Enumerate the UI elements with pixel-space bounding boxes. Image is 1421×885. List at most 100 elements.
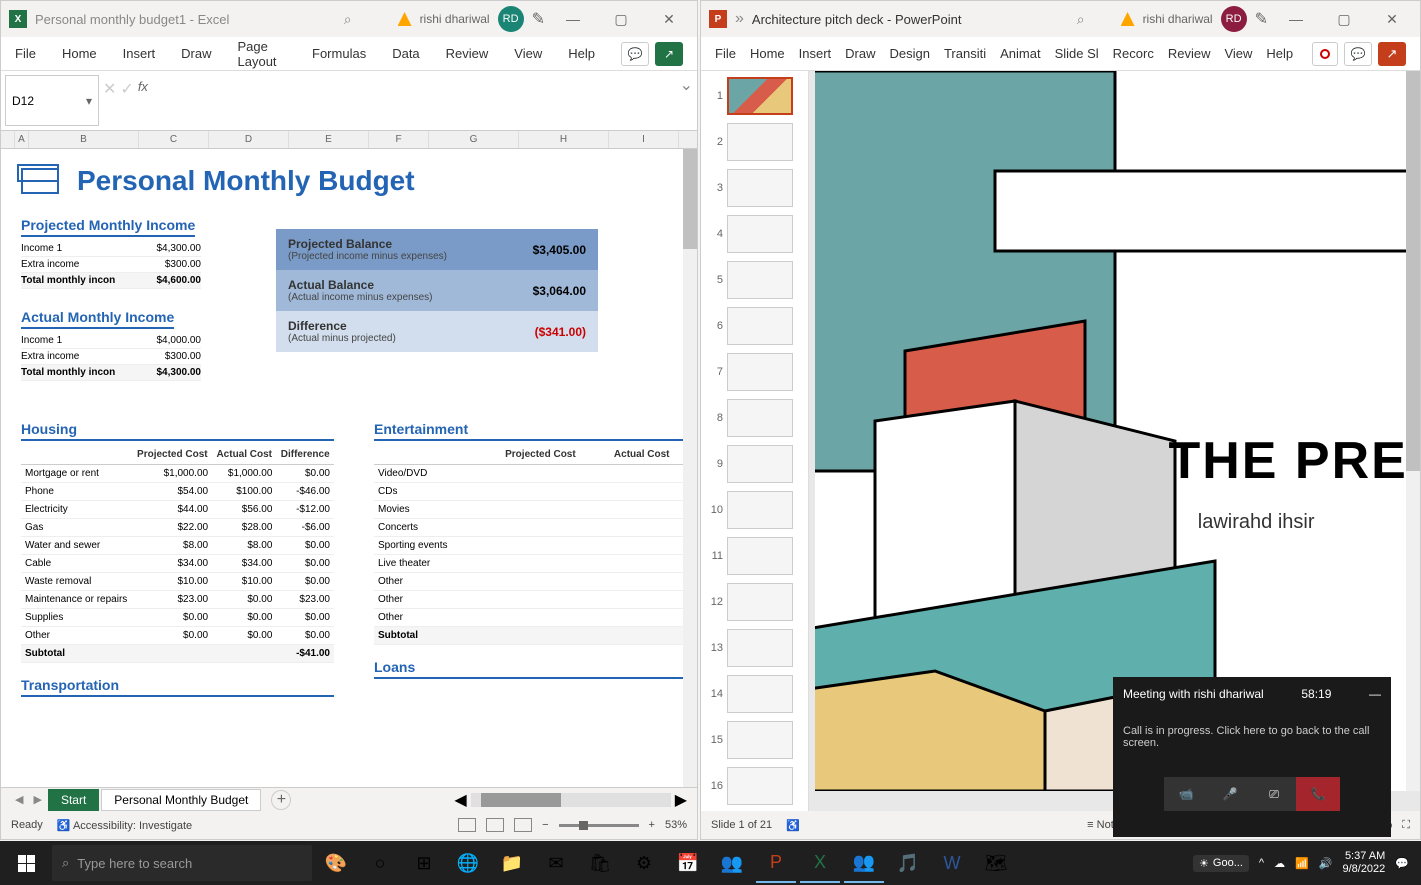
page-break-button[interactable] xyxy=(514,818,532,832)
pen-icon[interactable]: ✎ xyxy=(532,9,545,29)
slide-thumbnail[interactable]: 1 xyxy=(705,77,804,115)
slide-title[interactable]: THE PREP xyxy=(1168,431,1414,491)
slide-thumbnail[interactable]: 9 xyxy=(705,445,804,483)
close-button[interactable]: ✕ xyxy=(649,4,689,34)
comments-button[interactable]: 💬 xyxy=(621,42,649,66)
tray-expand-icon[interactable]: ^ xyxy=(1259,857,1264,869)
tab-formulas[interactable]: Formulas xyxy=(312,46,366,61)
scroll-right-icon[interactable]: ▶ xyxy=(675,790,687,810)
fit-button[interactable]: ⛶ xyxy=(1402,819,1410,832)
tab-help[interactable]: Help xyxy=(1266,46,1293,61)
user-name[interactable]: rishi dhariwal xyxy=(1143,12,1213,26)
accessibility-icon[interactable]: ♿ xyxy=(786,819,800,832)
task-view-icon[interactable]: ⊞ xyxy=(404,843,444,883)
tab-help[interactable]: Help xyxy=(568,46,595,61)
table-row[interactable]: Mortgage or rent$1,000.00$1,000.00$0.00 xyxy=(21,465,334,483)
table-row[interactable]: Sporting events xyxy=(374,537,687,555)
scroll-left-icon[interactable]: ◀ xyxy=(454,790,466,810)
teams-taskbar-icon[interactable]: 👥 xyxy=(844,843,884,883)
hangup-button[interactable]: 📞 xyxy=(1296,777,1340,811)
normal-view-button[interactable] xyxy=(458,818,476,832)
slide-thumbnail[interactable]: 2 xyxy=(705,123,804,161)
slide-thumbnail[interactable]: 6 xyxy=(705,307,804,345)
tab-draw[interactable]: Draw xyxy=(845,46,875,61)
sheet-nav-prev[interactable]: ◀ xyxy=(11,793,27,806)
table-row[interactable]: Cable$34.00$34.00$0.00 xyxy=(21,555,334,573)
fx-icon[interactable]: fx xyxy=(138,79,148,94)
explorer-icon[interactable]: 📁 xyxy=(492,843,532,883)
record-button[interactable] xyxy=(1312,42,1338,66)
tab-slideshow[interactable]: Slide Sl xyxy=(1055,46,1099,61)
powerpoint-taskbar-icon[interactable]: P xyxy=(756,843,796,883)
maximize-button[interactable]: ▢ xyxy=(601,4,641,34)
sheet-nav-next[interactable]: ▶ xyxy=(29,793,45,806)
search-icon[interactable]: ⌕ xyxy=(1077,11,1085,28)
table-row[interactable]: Water and sewer$8.00$8.00$0.00 xyxy=(21,537,334,555)
maximize-button[interactable]: ▢ xyxy=(1324,4,1364,34)
mic-button[interactable]: 🎤 xyxy=(1208,777,1252,811)
tab-home[interactable]: Home xyxy=(750,46,785,61)
teams-icon[interactable]: 👥 xyxy=(712,843,752,883)
tab-design[interactable]: Design xyxy=(890,46,930,61)
table-row[interactable]: Electricity$44.00$56.00-$12.00 xyxy=(21,501,334,519)
store-icon[interactable]: 🛍 xyxy=(580,843,620,883)
clock[interactable]: 5:37 AM 9/8/2022 xyxy=(1342,850,1385,876)
teams-call-popup[interactable]: Meeting with rishi dhariwal 58:19 — Call… xyxy=(1113,677,1391,837)
slide-thumbnail[interactable]: 13 xyxy=(705,629,804,667)
cortana-icon[interactable]: ○ xyxy=(360,843,400,883)
comments-button[interactable]: 💬 xyxy=(1344,42,1372,66)
table-row[interactable]: Other$0.00$0.00$0.00 xyxy=(21,627,334,645)
slide-thumbnails[interactable]: 1234567891011121314151617 xyxy=(701,71,809,815)
slide-thumbnail[interactable]: 3 xyxy=(705,169,804,207)
table-row[interactable]: CDs xyxy=(374,483,687,501)
user-avatar[interactable]: RD xyxy=(1221,6,1247,32)
name-box[interactable]: D12 ▾ xyxy=(5,75,99,126)
table-row[interactable]: Other xyxy=(374,609,687,627)
zoom-level[interactable]: 53% xyxy=(665,819,687,831)
horizontal-scrollbar[interactable] xyxy=(471,793,671,807)
slide-thumbnail[interactable]: 5 xyxy=(705,261,804,299)
slide-subtitle[interactable]: lawirahd ihsir xyxy=(1198,511,1315,534)
more-icon[interactable]: » xyxy=(735,10,744,28)
select-all-corner[interactable] xyxy=(1,131,15,148)
slide-thumbnail[interactable]: 4 xyxy=(705,215,804,253)
tab-insert[interactable]: Insert xyxy=(123,46,156,61)
page-layout-button[interactable] xyxy=(486,818,504,832)
share-button[interactable]: ↗ xyxy=(1378,42,1406,66)
table-row[interactable]: Other xyxy=(374,591,687,609)
tab-animations[interactable]: Animat xyxy=(1000,46,1040,61)
groove-icon[interactable]: 🎵 xyxy=(888,843,928,883)
wifi-icon[interactable]: 📶 xyxy=(1295,857,1309,870)
start-button[interactable] xyxy=(4,843,48,883)
volume-icon[interactable]: 🔊 xyxy=(1319,857,1333,870)
tab-review[interactable]: Review xyxy=(446,46,489,61)
slide-thumbnail[interactable]: 10 xyxy=(705,491,804,529)
table-row[interactable]: Supplies$0.00$0.00$0.00 xyxy=(21,609,334,627)
sheet-tab-budget[interactable]: Personal Monthly Budget xyxy=(101,789,261,811)
search-icon[interactable]: ⌕ xyxy=(344,11,352,28)
minimize-icon[interactable]: — xyxy=(1369,687,1381,701)
maps-icon[interactable]: 🗺 xyxy=(976,843,1016,883)
tab-insert[interactable]: Insert xyxy=(799,46,832,61)
table-row[interactable]: Waste removal$10.00$10.00$0.00 xyxy=(21,573,334,591)
zoom-slider[interactable] xyxy=(559,824,639,827)
confirm-icon[interactable]: ✓ xyxy=(120,79,133,99)
slide-thumbnail[interactable]: 11 xyxy=(705,537,804,575)
edge-icon[interactable]: 🌐 xyxy=(448,843,488,883)
sheet-tab-start[interactable]: Start xyxy=(48,789,99,811)
pen-icon[interactable]: ✎ xyxy=(1255,9,1268,29)
tab-view[interactable]: View xyxy=(1224,46,1252,61)
table-row[interactable]: Phone$54.00$100.00-$46.00 xyxy=(21,483,334,501)
word-icon[interactable]: W xyxy=(932,843,972,883)
table-row[interactable]: Video/DVD xyxy=(374,465,687,483)
sheet-body[interactable]: Personal Monthly Budget Projected Monthl… xyxy=(1,149,697,789)
slide-thumbnail[interactable]: 7 xyxy=(705,353,804,391)
tab-record[interactable]: Recorc xyxy=(1113,46,1154,61)
formula-input[interactable] xyxy=(156,75,672,126)
table-row[interactable]: Concerts xyxy=(374,519,687,537)
cancel-icon[interactable]: ✕ xyxy=(103,79,116,99)
settings-icon[interactable]: ⚙ xyxy=(624,843,664,883)
notifications-icon[interactable]: 💬 xyxy=(1395,857,1409,870)
zoom-in-button[interactable]: + xyxy=(649,819,655,831)
table-row[interactable]: Other xyxy=(374,573,687,591)
